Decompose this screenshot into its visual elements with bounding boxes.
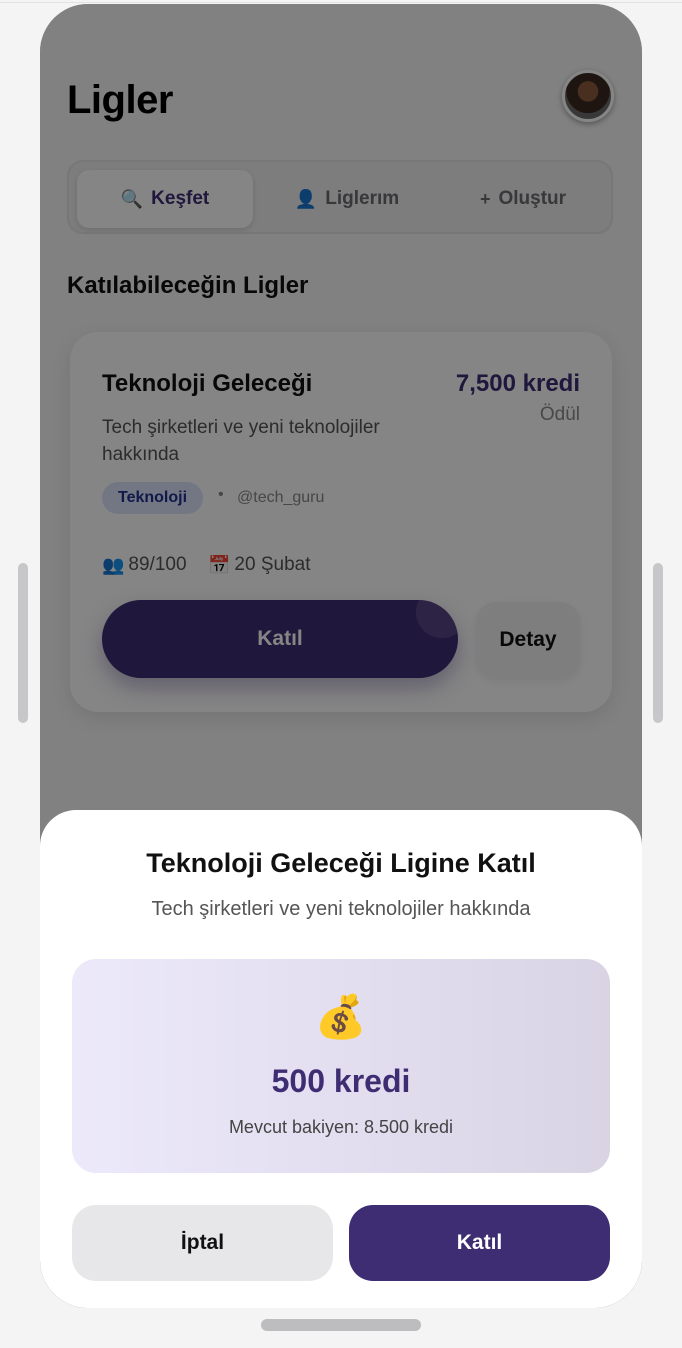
join-modal: Teknoloji Geleceği Ligine Katıl Tech şir… <box>40 810 642 1308</box>
cost-box: 💰 500 kredi Mevcut bakiyen: 8.500 kredi <box>72 959 610 1173</box>
entry-cost: 500 kredi <box>271 1063 411 1099</box>
phone-frame: Ligler 🔍 Keşfet 👤 Liglerım + Oluştur Kat… <box>40 4 642 1308</box>
volume-button <box>18 563 28 723</box>
confirm-join-button[interactable]: Katıl <box>349 1205 610 1281</box>
top-divider <box>0 2 682 3</box>
money-bag-icon: 💰 <box>314 993 368 1040</box>
cancel-button[interactable]: İptal <box>72 1205 333 1281</box>
power-button <box>653 563 663 723</box>
modal-title: Teknoloji Geleceği Ligine Katıl <box>146 848 536 878</box>
current-balance: Mevcut bakiyen: 8.500 kredi <box>228 1117 454 1137</box>
home-indicator <box>261 1319 421 1331</box>
modal-description: Tech şirketleri ve yeni teknolojiler hak… <box>151 898 531 920</box>
